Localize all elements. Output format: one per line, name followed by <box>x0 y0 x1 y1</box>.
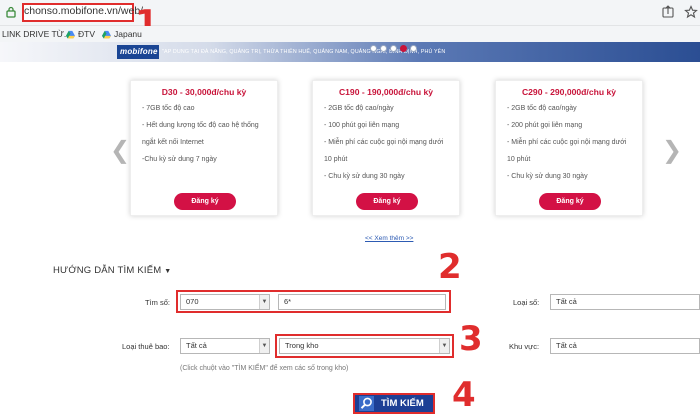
chevron-down-icon: ▼ <box>259 295 269 309</box>
package-card-c190: C190 - 190,000đ/chu kỳ - 2GB tốc độ cao/… <box>312 80 460 216</box>
package-title: C290 - 290,000đ/chu kỳ <box>521 87 617 97</box>
subscriber-type-label: Loại thuê bao: <box>122 342 170 351</box>
package-feature: - 7GB tốc độ cao <box>142 105 195 112</box>
number-type-select[interactable]: Tất cả <box>550 294 700 310</box>
search-hint: (Click chuột vào "TÌM KIẾM" để xem các s… <box>180 365 349 372</box>
package-feature: 10 phút <box>324 156 348 163</box>
region-select[interactable]: Tất cả <box>550 338 700 354</box>
bookmark-star-icon[interactable] <box>684 5 698 19</box>
stock-select[interactable]: Trong kho ▼ <box>279 338 450 354</box>
prefix-select[interactable]: 070 ▼ <box>180 294 270 310</box>
package-feature: - Miễn phí các cuộc gọi nội mạng dưới <box>324 139 444 146</box>
number-input[interactable]: 6* <box>278 294 446 310</box>
bookmark-link-drive[interactable]: LINK DRIVE TỪ... <box>2 29 71 39</box>
see-more-link[interactable]: << Xem thêm >> <box>365 235 413 242</box>
annotation-3: 3 <box>459 319 483 359</box>
annotation-4: 4 <box>452 375 476 415</box>
carousel-dot-active[interactable] <box>400 45 407 52</box>
search-guide-heading[interactable]: HƯỚNG DẪN TÌM KIẾM ▼ <box>53 265 171 276</box>
package-feature: -Chu kỳ sử dung 7 ngày <box>142 156 217 163</box>
register-button[interactable]: Đăng ký <box>174 193 236 210</box>
address-bar-url[interactable]: chonso.mobifone.vn/web/ <box>24 4 143 18</box>
package-feature: - 200 phút gọi liên mạng <box>507 122 583 129</box>
caret-down-icon: ▼ <box>164 268 172 275</box>
register-button[interactable]: Đăng ký <box>539 193 601 210</box>
browser-toolbar: chonso.mobifone.vn/web/ <box>0 0 700 26</box>
package-feature: - 100 phút gọi liên mạng <box>324 122 400 129</box>
package-feature: - Hết dung lượng tốc độ cao hệ thống <box>142 122 259 129</box>
carousel-next-icon[interactable]: ❯ <box>662 136 682 164</box>
package-feature: - 2GB tốc độ cao/ngày <box>507 105 577 112</box>
chevron-down-icon: ▼ <box>439 339 449 353</box>
package-feature: 10 phút <box>507 156 531 163</box>
package-feature: - Miễn phí các cuộc gọi nội mạng dưới <box>507 139 627 146</box>
bookmark-dtv[interactable]: ĐTV <box>66 29 95 39</box>
annotation-2: 2 <box>438 247 462 287</box>
carousel-dot[interactable] <box>370 45 377 52</box>
mobifone-logo: mobifone <box>117 45 159 59</box>
package-card-d30: D30 - 30,000đ/chu kỳ - 7GB tốc độ cao - … <box>130 80 278 216</box>
carousel-dot[interactable] <box>380 45 387 52</box>
package-feature: - Chu kỳ sử dung 30 ngày <box>324 173 405 180</box>
chevron-down-icon: ▼ <box>259 339 269 353</box>
package-title: D30 - 30,000đ/chu kỳ <box>161 87 247 97</box>
carousel-prev-icon[interactable]: ❮ <box>110 136 130 164</box>
google-drive-icon <box>66 31 75 39</box>
package-card-c290: C290 - 290,000đ/chu kỳ - 2GB tốc độ cao/… <box>495 80 643 216</box>
package-feature: ngắt kết nối Internet <box>142 139 204 146</box>
bookmark-japanu[interactable]: Japanu <box>102 29 142 39</box>
share-icon[interactable] <box>661 5 675 19</box>
page: chonso.mobifone.vn/web/ 1 LINK DRIVE TỪ.… <box>0 0 700 417</box>
search-button[interactable]: TÌM KIẾM <box>353 393 435 414</box>
carousel-dot[interactable] <box>410 45 417 52</box>
carousel-dot[interactable] <box>390 45 397 52</box>
lock-icon <box>6 6 16 18</box>
package-feature: - Chu kỳ sử dung 30 ngày <box>507 173 588 180</box>
region-label: Khu vực: <box>509 342 540 351</box>
package-title: C190 - 190,000đ/chu kỳ <box>338 87 434 97</box>
subscriber-type-select[interactable]: Tất cả ▼ <box>180 338 270 354</box>
google-drive-icon <box>102 31 111 39</box>
number-search-label: Tìm số: <box>145 298 171 307</box>
magnifier-icon <box>359 396 374 411</box>
package-feature: - 2GB tốc độ cao/ngày <box>324 105 394 112</box>
bookmarks-bar: LINK DRIVE TỪ... ĐTV Japanu <box>0 26 700 42</box>
number-type-label: Loại số: <box>513 298 540 307</box>
register-button[interactable]: Đăng ký <box>356 193 418 210</box>
